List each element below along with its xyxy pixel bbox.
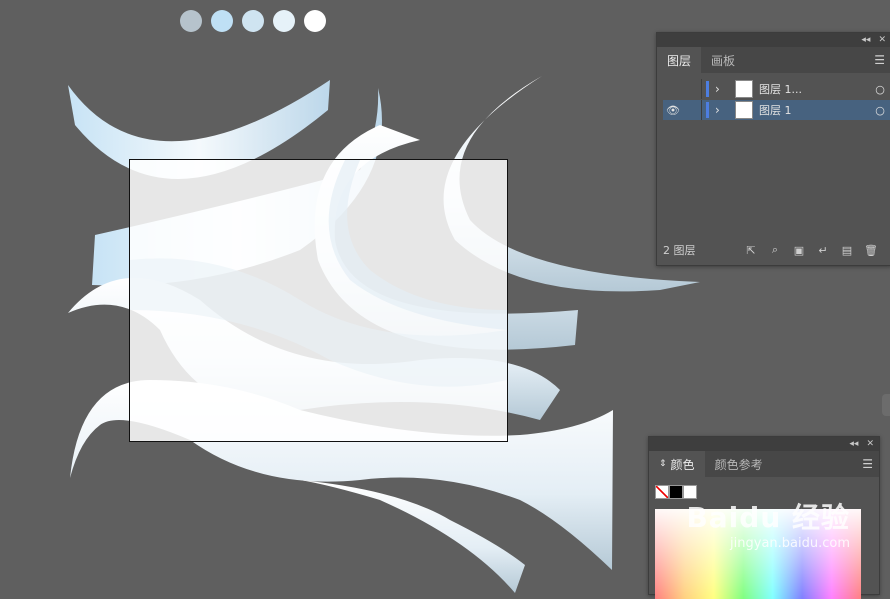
close-icon[interactable]: ✕ — [866, 439, 874, 449]
layer-row[interactable]: 👁 › 图层 1 ○ — [663, 100, 890, 120]
panel-menu-icon[interactable]: ☰ — [874, 53, 885, 67]
color-swatches — [180, 10, 326, 32]
close-icon[interactable]: ✕ — [878, 35, 886, 45]
wave-shape — [300, 480, 525, 593]
layer-thumbnail — [735, 80, 753, 98]
target-circle-icon[interactable]: ○ — [869, 104, 890, 117]
tab-layers[interactable]: 图层 — [657, 47, 702, 73]
clip-mask-icon[interactable]: ▣ — [791, 243, 807, 257]
layer-color-bar — [706, 81, 709, 97]
lock-toggle[interactable] — [683, 79, 702, 99]
layer-row[interactable]: › 图层 1... ○ — [663, 79, 890, 99]
chevron-right-icon[interactable]: › — [715, 103, 729, 117]
watermark: Baidu 经验 jingyan.baidu.com — [686, 501, 850, 551]
export-icon[interactable]: ⇱ — [743, 243, 759, 257]
layer-thumbnail — [735, 101, 753, 119]
new-sublayer-icon[interactable]: ↵ — [815, 243, 831, 257]
chevron-right-icon[interactable]: › — [715, 82, 729, 96]
new-layer-icon[interactable]: ▤ — [839, 243, 855, 257]
collapse-icon[interactable]: ◂◂ — [849, 439, 858, 449]
layer-color-bar — [706, 102, 709, 118]
target-circle-icon[interactable]: ○ — [869, 83, 890, 96]
search-icon[interactable]: ⌕ — [767, 243, 783, 257]
black-swatch[interactable] — [669, 485, 683, 499]
tab-color-guide[interactable]: 颜色参考 — [705, 451, 773, 477]
tab-artboards[interactable]: 画板 — [701, 47, 745, 73]
collapse-icon[interactable]: ◂◂ — [861, 35, 870, 45]
panel-menu-icon[interactable]: ☰ — [862, 457, 873, 471]
color-tabs: ⇕ 颜色 颜色参考 ☰ — [649, 451, 879, 477]
eye-icon[interactable]: 👁 — [663, 104, 683, 117]
layer-name[interactable]: 图层 1 — [759, 102, 869, 118]
swatch[interactable] — [180, 10, 202, 32]
scrollbar-handle[interactable] — [882, 394, 890, 416]
layer-name[interactable]: 图层 1... — [759, 81, 869, 97]
layer-count: 2 图层 — [663, 244, 696, 257]
tab-color[interactable]: ⇕ 颜色 — [649, 451, 705, 477]
lock-toggle[interactable] — [683, 100, 702, 120]
sort-arrows-icon: ⇕ — [659, 459, 667, 469]
swatch[interactable] — [304, 10, 326, 32]
layers-panel: ◂◂ ✕ 图层 画板 ☰ › 图层 1... ○ 👁 › 图层 1 ○ 2 图层… — [656, 32, 890, 266]
panel-topbar[interactable]: ◂◂ ✕ — [649, 437, 879, 451]
layers-footer: 2 图层 ⇱ ⌕ ▣ ↵ ▤ 🗑 — [657, 241, 890, 259]
swatch[interactable] — [273, 10, 295, 32]
trash-icon[interactable]: 🗑 — [863, 243, 879, 257]
none-swatch[interactable] — [655, 485, 669, 499]
panel-topbar[interactable]: ◂◂ ✕ — [657, 33, 890, 47]
swatch[interactable] — [242, 10, 264, 32]
swatch[interactable] — [211, 10, 233, 32]
layers-tabs: 图层 画板 ☰ — [657, 47, 890, 73]
